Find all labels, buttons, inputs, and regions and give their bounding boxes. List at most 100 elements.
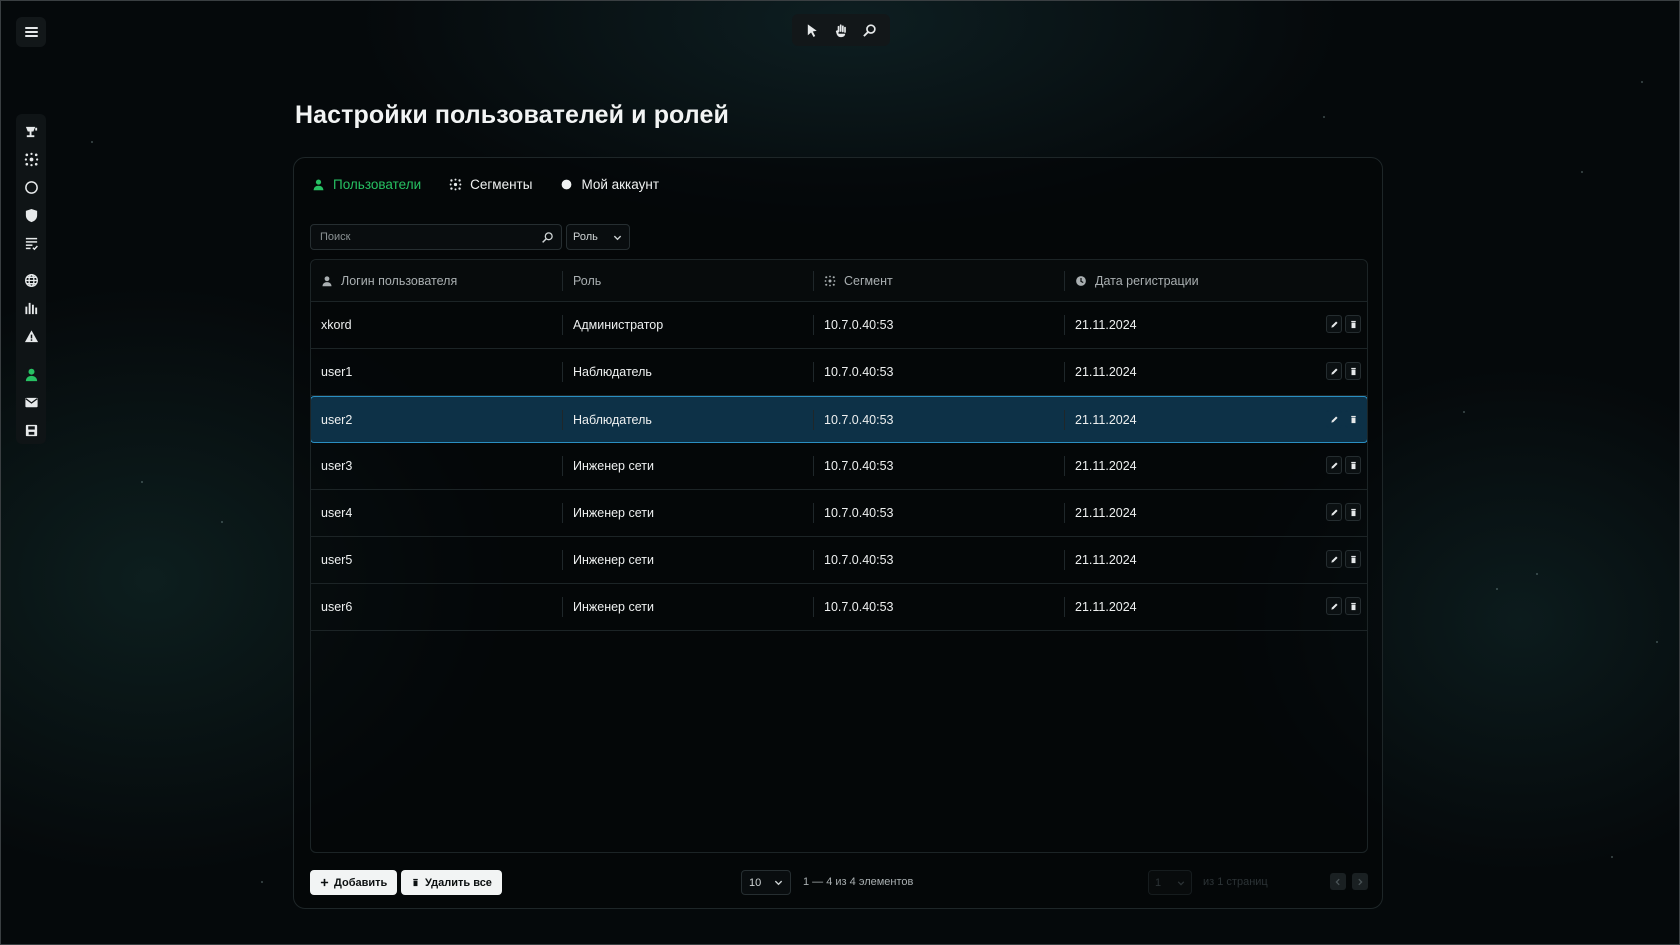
edit-button[interactable] — [1326, 410, 1342, 428]
table-row[interactable]: user5 Инженер сети 10.7.0.40:53 21.11.20… — [311, 537, 1367, 584]
shield-icon — [25, 208, 37, 222]
zoom-tool-button[interactable] — [857, 17, 883, 43]
cell-segment: 10.7.0.40:53 — [813, 597, 1064, 617]
tab-users[interactable]: Пользователи — [312, 172, 421, 196]
role-filter-select[interactable]: Роль — [566, 224, 630, 250]
trash-icon — [1350, 367, 1356, 375]
sidebar-item-network[interactable] — [16, 146, 46, 174]
checklist-icon — [25, 237, 38, 250]
search-icon[interactable] — [541, 231, 554, 244]
column-header-login[interactable]: Логин пользователя — [311, 271, 562, 291]
cell-role: Инженер сети — [562, 456, 813, 476]
table-header: Логин пользователя Роль Сегмент Дата рег… — [311, 260, 1367, 302]
edit-button[interactable] — [1326, 362, 1342, 380]
tab-my-account[interactable]: Мой аккаунт — [560, 172, 659, 196]
column-header-label: Сегмент — [844, 273, 893, 288]
edit-button[interactable] — [1326, 315, 1342, 333]
table-row[interactable]: user1 Наблюдатель 10.7.0.40:53 21.11.202… — [311, 349, 1367, 396]
trash-icon — [1350, 508, 1356, 516]
sidebar-item-alerts[interactable] — [16, 323, 46, 351]
zoom-icon — [863, 23, 876, 37]
sidebar-item-circle[interactable] — [16, 174, 46, 202]
sidebar-item-save[interactable] — [16, 416, 46, 444]
delete-button[interactable] — [1345, 315, 1361, 333]
add-user-button[interactable]: Добавить — [310, 870, 398, 895]
table-row-selected[interactable]: user2 Наблюдатель 10.7.0.40:53 21.11.202… — [311, 396, 1367, 443]
tab-label: Пользователи — [333, 176, 422, 192]
row-actions — [1326, 410, 1361, 428]
chevron-down-icon — [613, 235, 622, 240]
globe-icon — [24, 274, 38, 288]
trash-icon — [413, 878, 418, 887]
cell-login: xkord — [321, 318, 352, 332]
delete-button[interactable] — [1345, 456, 1361, 474]
edit-button[interactable] — [1326, 503, 1342, 521]
chevron-down-icon — [774, 880, 783, 886]
delete-button[interactable] — [1345, 362, 1361, 380]
search-input[interactable] — [311, 225, 561, 249]
select-tool-button[interactable] — [799, 17, 825, 43]
cell-login: user6 — [321, 600, 353, 614]
sidebar-item-stats[interactable] — [16, 295, 46, 323]
pan-tool-button[interactable] — [828, 17, 854, 43]
network-icon — [24, 152, 38, 167]
network-icon — [449, 178, 462, 190]
page-number-select[interactable]: 1 — [1148, 870, 1192, 895]
edit-button[interactable] — [1326, 456, 1342, 474]
cell-date: 21.11.2024 — [1064, 550, 1294, 570]
next-page-button[interactable] — [1352, 873, 1368, 890]
per-page-value: 10 — [749, 876, 762, 889]
edit-button[interactable] — [1326, 550, 1342, 568]
edit-button[interactable] — [1326, 597, 1342, 615]
table-footer: Добавить Удалить все 10 1 — 4 из 4 элеме… — [310, 870, 1368, 896]
tab-segments[interactable]: Сегменты — [449, 172, 532, 196]
column-header-date[interactable]: Дата регистрации — [1064, 270, 1294, 291]
users-table: Логин пользователя Роль Сегмент Дата рег… — [310, 259, 1368, 853]
column-header-role[interactable]: Роль — [562, 270, 813, 291]
delete-button[interactable] — [1345, 410, 1361, 428]
chevron-down-icon — [1177, 880, 1185, 885]
hand-icon — [836, 23, 847, 37]
row-actions — [1326, 362, 1361, 380]
trash-icon — [1350, 320, 1356, 328]
cell-segment: 10.7.0.40:53 — [813, 409, 1064, 430]
add-user-label: Добавить — [334, 876, 388, 889]
cell-date: 21.11.2024 — [1064, 409, 1294, 430]
hamburger-icon — [24, 27, 38, 37]
network-icon — [824, 275, 836, 286]
cell-role: Инженер сети — [562, 597, 813, 617]
sidebar-item-users[interactable] — [16, 361, 46, 389]
sidebar-item-mail[interactable] — [16, 388, 46, 416]
per-page-select[interactable]: 10 — [741, 870, 791, 895]
main-menu-button[interactable] — [16, 17, 46, 47]
circle-icon — [562, 179, 572, 189]
user-icon — [25, 368, 37, 381]
table-row[interactable]: user6 Инженер сети 10.7.0.40:53 21.11.20… — [311, 584, 1367, 631]
row-actions — [1326, 456, 1361, 474]
delete-button[interactable] — [1345, 597, 1361, 615]
trash-icon — [1350, 555, 1356, 563]
sidebar-item-checklist[interactable] — [16, 229, 46, 257]
table-row[interactable]: user4 Инженер сети 10.7.0.40:53 21.11.20… — [311, 490, 1367, 537]
column-header-segment[interactable]: Сегмент — [813, 270, 1064, 291]
cell-login: user4 — [321, 506, 353, 520]
sidebar-item-camera[interactable] — [16, 118, 46, 146]
delete-button[interactable] — [1345, 503, 1361, 521]
table-row[interactable]: user3 Инженер сети 10.7.0.40:53 21.11.20… — [311, 443, 1367, 490]
prev-page-button[interactable] — [1330, 873, 1346, 890]
delete-button[interactable] — [1345, 550, 1361, 568]
cell-login: user5 — [321, 553, 353, 567]
clock-icon — [1076, 275, 1086, 286]
cell-role: Инженер сети — [562, 550, 813, 570]
sidebar-item-security[interactable] — [16, 201, 46, 229]
sidebar-item-globe[interactable] — [16, 267, 46, 295]
table-row[interactable]: xkord Администратор 10.7.0.40:53 21.11.2… — [311, 302, 1367, 349]
cell-role: Администратор — [562, 315, 813, 335]
row-actions — [1326, 597, 1361, 615]
delete-all-button[interactable]: Удалить все — [401, 870, 502, 895]
column-header-label: Роль — [573, 273, 602, 288]
user-icon — [313, 178, 324, 190]
pencil-icon — [1330, 461, 1338, 469]
row-actions — [1326, 315, 1361, 333]
tab-label: Сегменты — [470, 176, 533, 192]
